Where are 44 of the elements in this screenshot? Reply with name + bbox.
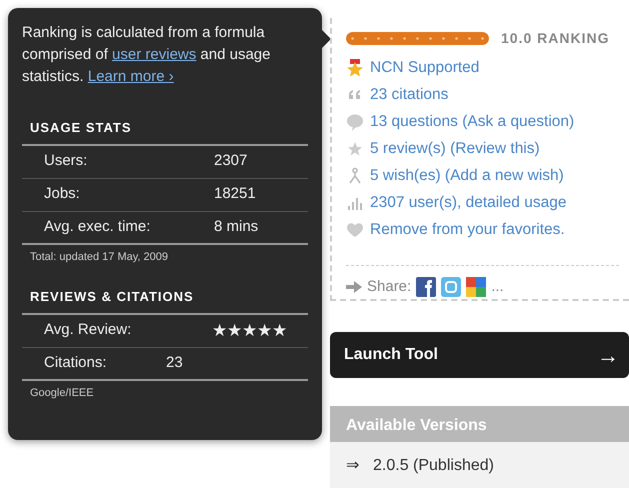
stat-value: 23 <box>166 352 183 373</box>
star-icon: ★ <box>242 320 257 340</box>
star-icon: ★ <box>257 320 272 340</box>
user-reviews-link[interactable]: user reviews <box>112 46 196 63</box>
star-icon: ★ <box>272 320 287 340</box>
heart-icon <box>346 220 364 238</box>
stat-link[interactable]: 13 questions (Ask a question) <box>370 110 574 134</box>
google-icon[interactable] <box>466 277 486 298</box>
launch-tool-button[interactable]: Launch Tool → <box>330 332 629 378</box>
tooltip-text: Ranking is calculated from a formula comprised of user reviews and usage statistics. Learn more › <box>22 23 272 87</box>
footnote: Google/IEEE <box>29 386 95 400</box>
star-icon: ★ <box>212 320 227 340</box>
stat-value: 8 mins <box>214 216 258 237</box>
stat-link[interactable]: Remove from your favorites. <box>370 218 565 242</box>
stat-value: 18251 <box>214 184 256 204</box>
stat-link[interactable]: 5 review(s) (Review this) <box>370 136 540 160</box>
stat-value: 2307 <box>214 151 248 172</box>
stat-label: Citations: <box>44 354 107 371</box>
ranking-value: 10.0 RANKING <box>501 29 610 48</box>
learn-more-link[interactable]: Learn more › <box>88 68 174 85</box>
twitter-icon[interactable] <box>441 277 462 298</box>
section-heading: USAGE STATS <box>22 118 308 146</box>
facebook-icon[interactable] <box>416 277 436 298</box>
stat-label: Avg. exec. time: <box>44 218 150 235</box>
section-heading: REVIEWS & CITATIONS <box>22 287 308 314</box>
speech-bubble-icon <box>346 112 364 130</box>
stat-label: Users: <box>44 152 88 170</box>
stat-label: Jobs: <box>44 185 80 202</box>
star-icon: ★ <box>227 320 242 340</box>
stat-link[interactable]: 2307 user(s), detailed usage <box>370 190 566 214</box>
medal-icon <box>346 58 364 76</box>
version-label: 2.0.5 (Published) <box>373 456 494 476</box>
star-icon <box>346 140 364 158</box>
version-row[interactable]: ⇒ 2.0.5 (Published) <box>330 442 629 488</box>
stat-link[interactable]: 5 wish(es) (Add a new wish) <box>370 164 564 188</box>
share-label: Share: <box>367 277 412 297</box>
footnote: Total: updated 17 May, 2009 <box>29 250 170 264</box>
stat-link[interactable]: 23 citations <box>370 82 448 106</box>
stat-link[interactable]: NCN Supported <box>370 56 480 80</box>
arrow-glyph: ⇒ <box>346 456 359 476</box>
more-link[interactable]: ... <box>491 276 504 298</box>
arrow-icon <box>346 281 362 294</box>
versions-heading: Available Versions <box>330 406 629 442</box>
stat-label: Avg. Review: <box>44 321 132 338</box>
